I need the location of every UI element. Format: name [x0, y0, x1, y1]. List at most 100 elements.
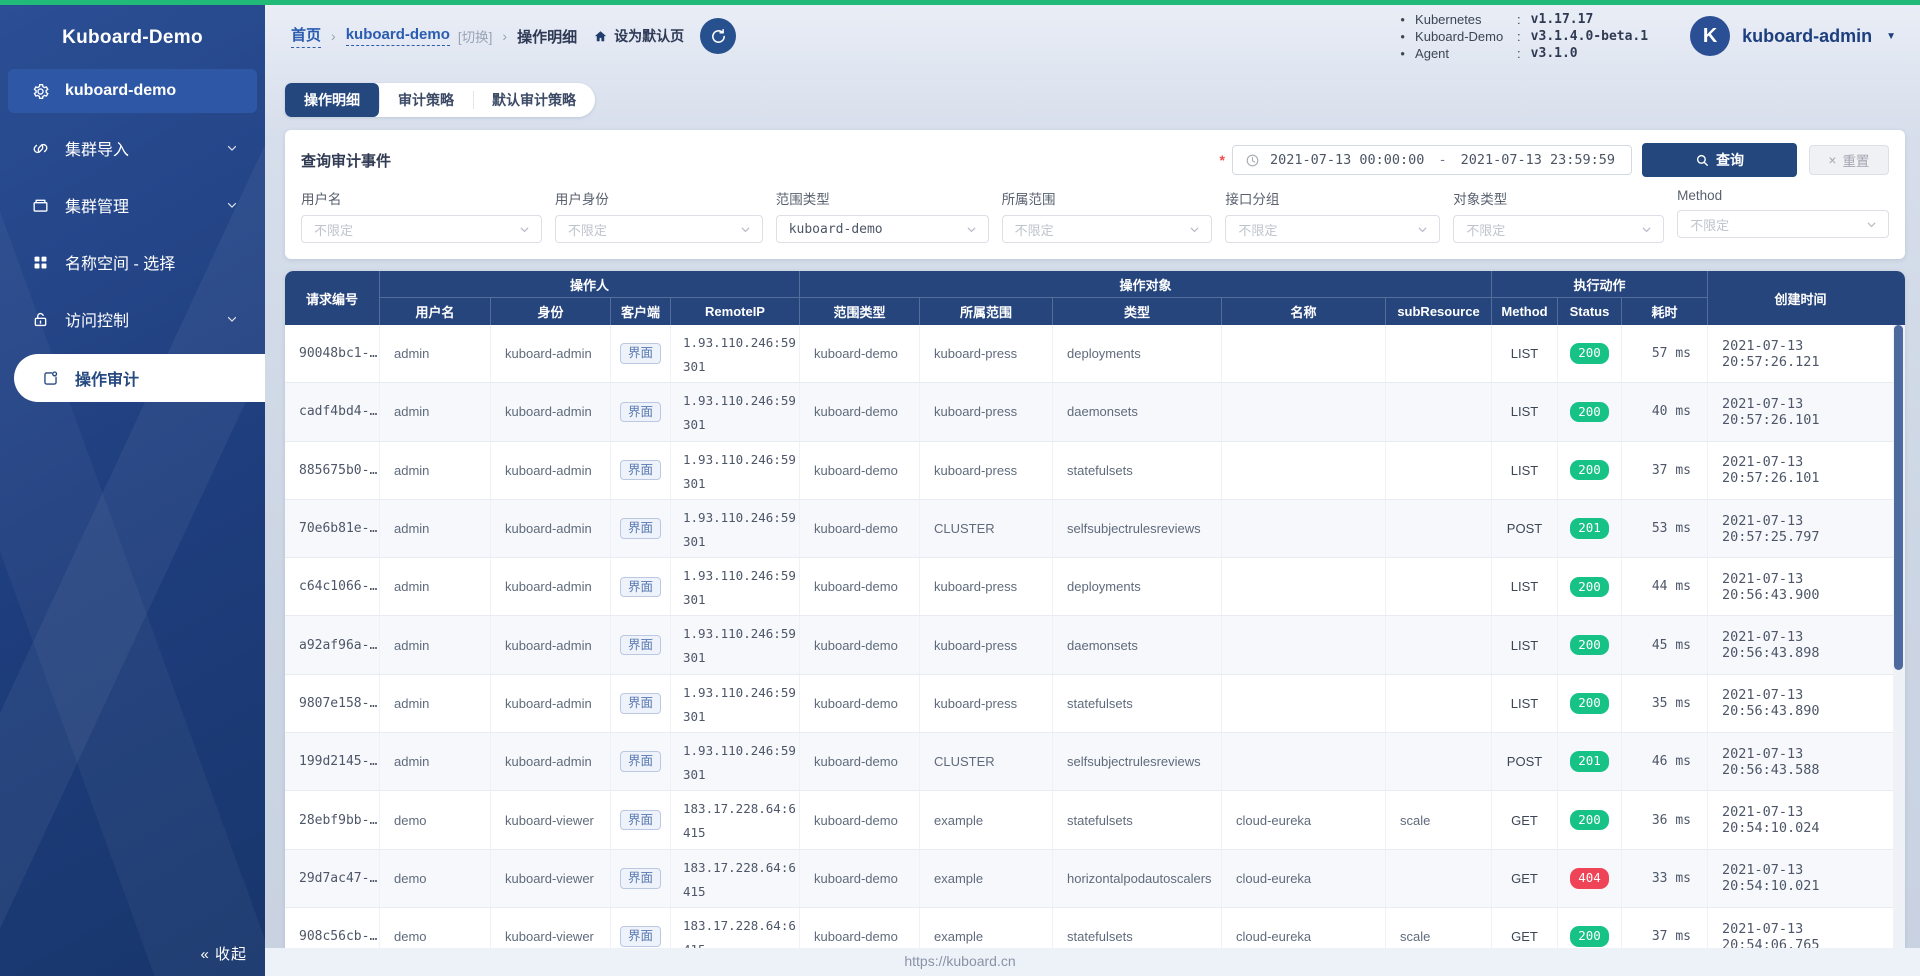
cell-status: 200 [1558, 616, 1622, 674]
cell-subresource [1386, 383, 1492, 441]
table-row[interactable]: 90048bc1-… admin kuboard-admin 界面 1.93.1… [285, 325, 1905, 384]
table-scrollbar [1893, 325, 1905, 948]
sidebar-item-kuboard-demo[interactable]: kuboard-demo [8, 69, 257, 113]
filter-select[interactable]: 不限定 [554, 215, 763, 243]
table-row[interactable]: 199d2145-… admin kuboard-admin 界面 1.93.1… [285, 733, 1905, 792]
cell-username: demo [380, 907, 491, 948]
cell-name [1222, 383, 1386, 441]
refresh-icon [711, 28, 725, 43]
cell-username: admin [380, 733, 491, 791]
table-row[interactable]: a92af96a-… admin kuboard-admin 界面 1.93.1… [285, 616, 1905, 675]
table-row[interactable]: 9807e158-… admin kuboard-admin 界面 1.93.1… [285, 674, 1905, 734]
breadcrumb-home-link[interactable]: 首页 [291, 24, 322, 48]
status-badge: 200 [1570, 926, 1609, 947]
date-start: 2021-07-13 00:00:00 [1270, 152, 1425, 168]
filter-select[interactable]: 不限定 [301, 215, 542, 243]
cell-duration: 37 ms [1622, 907, 1708, 948]
cell-identity: kuboard-admin [491, 325, 611, 383]
status-badge: 201 [1570, 751, 1609, 772]
cell-created: 2021-07-13 20:56:43.900 [1722, 570, 1820, 603]
cell-method: LIST [1492, 383, 1558, 441]
cell-scope-type: kuboard-demo [800, 383, 920, 441]
table-row[interactable]: 885675b0-… admin kuboard-admin 界面 1.93.1… [285, 441, 1905, 500]
table-row[interactable]: c64c1066-… admin kuboard-admin 界面 1.93.1… [285, 558, 1905, 617]
search-button-label: 查询 [1716, 152, 1744, 168]
cell-duration: 45 ms [1622, 616, 1708, 674]
client-badge: 界面 [619, 693, 661, 714]
cell-status: 201 [1558, 499, 1622, 558]
cell-scope: CLUSTER [920, 733, 1053, 791]
sidebar-item-cluster-manage[interactable]: 集群管理 [8, 183, 257, 227]
filter-select[interactable]: 不限定 [1001, 215, 1213, 243]
cluster-switch-link[interactable]: [切换] [458, 26, 493, 46]
cell-request-id: 199d2145-… [285, 733, 380, 791]
version-colon: : [1517, 45, 1521, 61]
chevron-down-icon [225, 312, 239, 326]
chevron-down-icon [225, 198, 239, 212]
client-badge: 界面 [619, 634, 661, 656]
version-value: v1.17.17 [1530, 11, 1594, 27]
cell-scope: kuboard-press [920, 674, 1053, 733]
status-badge: 200 [1570, 576, 1609, 598]
search-button[interactable]: 查询 [1642, 143, 1797, 177]
filter-value: 不限定 [1238, 222, 1278, 238]
reset-button[interactable]: × 重置 [1809, 145, 1889, 175]
cell-subresource [1386, 616, 1492, 674]
table-row[interactable]: 908c56cb-… demo kuboard-viewer 界面 183.17… [285, 907, 1905, 948]
tab-default-audit-policy[interactable]: 默认审计策略 [473, 83, 595, 117]
filter-select[interactable]: kuboard-demo [775, 215, 989, 243]
sidebar-item-cluster-import[interactable]: 集群导入 [8, 126, 257, 170]
chevron-down-icon [739, 223, 752, 236]
filter-value: 不限定 [567, 222, 607, 238]
cell-scope-type: kuboard-demo [800, 325, 920, 383]
home-icon [593, 29, 608, 44]
table-row[interactable]: cadf4bd4-… admin kuboard-admin 界面 1.93.1… [285, 383, 1905, 442]
cell-status: 200 [1558, 441, 1622, 499]
cell-created: 2021-07-13 20:57:26.101 [1722, 395, 1820, 428]
breadcrumb-cluster-link[interactable]: kuboard-demo [345, 26, 450, 46]
set-default-page-button[interactable]: 设为默认页 [593, 26, 684, 46]
sidebar-item-access-control[interactable]: 访问控制 [8, 297, 257, 341]
user-menu[interactable]: K kuboard-admin ▼ [1690, 16, 1896, 56]
sidebar-nav: kuboard-demo 集群导入 集群管理 名称空间 - 选择 访问控制 操作… [0, 69, 265, 402]
header-right: ● Kubernetes : v1.17.17 ● Kuboard-Demo :… [1400, 11, 1896, 62]
cell-username: admin [380, 441, 491, 499]
filter-select[interactable]: 不限定 [1453, 215, 1665, 243]
cell-duration: 35 ms [1622, 674, 1708, 733]
table-row[interactable]: 29d7ac47-… demo kuboard-viewer 界面 183.17… [285, 849, 1905, 908]
cell-scope-type: kuboard-demo [800, 616, 920, 674]
filter-label: 用户身份 [554, 192, 609, 207]
sidebar-item-audit[interactable]: 操作审计 [14, 354, 265, 402]
cell-remote-ip: 183.17.228.64:6415 [671, 849, 800, 907]
cell-subresource [1386, 674, 1492, 733]
cell-remote-ip: 1.93.110.246:59301 [671, 674, 800, 733]
filter-value: 不限定 [1690, 217, 1730, 233]
cell-scope-type: kuboard-demo [800, 674, 920, 733]
table-row[interactable]: 28ebf9bb-… demo kuboard-viewer 界面 183.17… [285, 791, 1905, 850]
cell-identity: kuboard-viewer [491, 907, 611, 948]
refresh-button[interactable] [700, 18, 737, 54]
cell-scope: example [920, 791, 1053, 849]
filter-select[interactable]: 不限定 [1677, 210, 1889, 238]
table-row[interactable]: 70e6b81e-… admin kuboard-admin 界面 1.93.1… [285, 499, 1905, 559]
cell-created: 2021-07-13 20:54:10.021 [1722, 862, 1820, 895]
cell-scope: kuboard-press [920, 441, 1053, 499]
cell-subresource [1386, 441, 1492, 499]
date-range-input[interactable]: 2021-07-13 00:00:00 - 2021-07-13 23:59:5… [1232, 145, 1632, 175]
tab-audit-policy[interactable]: 审计策略 [379, 83, 473, 117]
filter-select[interactable]: 不限定 [1225, 215, 1441, 243]
cell-name: cloud-eureka [1222, 907, 1386, 948]
cell-scope-type: kuboard-demo [800, 733, 920, 791]
filter-label: 范围类型 [775, 192, 830, 207]
cell-request-id: cadf4bd4-… [285, 383, 380, 441]
sidebar-collapse-button[interactable]: « 收起 [200, 943, 247, 964]
cell-scope-type: kuboard-demo [800, 849, 920, 907]
tab-operation-details[interactable]: 操作明细 [285, 83, 379, 117]
scrollbar-thumb[interactable] [1894, 325, 1903, 670]
footer-link[interactable]: https://kuboard.cn [904, 953, 1015, 969]
cell-method: GET [1492, 907, 1558, 948]
cell-identity: kuboard-admin [491, 674, 611, 733]
cell-identity: kuboard-admin [491, 558, 611, 616]
filter-value: 不限定 [1466, 222, 1506, 238]
sidebar-item-namespace-select[interactable]: 名称空间 - 选择 [8, 240, 257, 284]
